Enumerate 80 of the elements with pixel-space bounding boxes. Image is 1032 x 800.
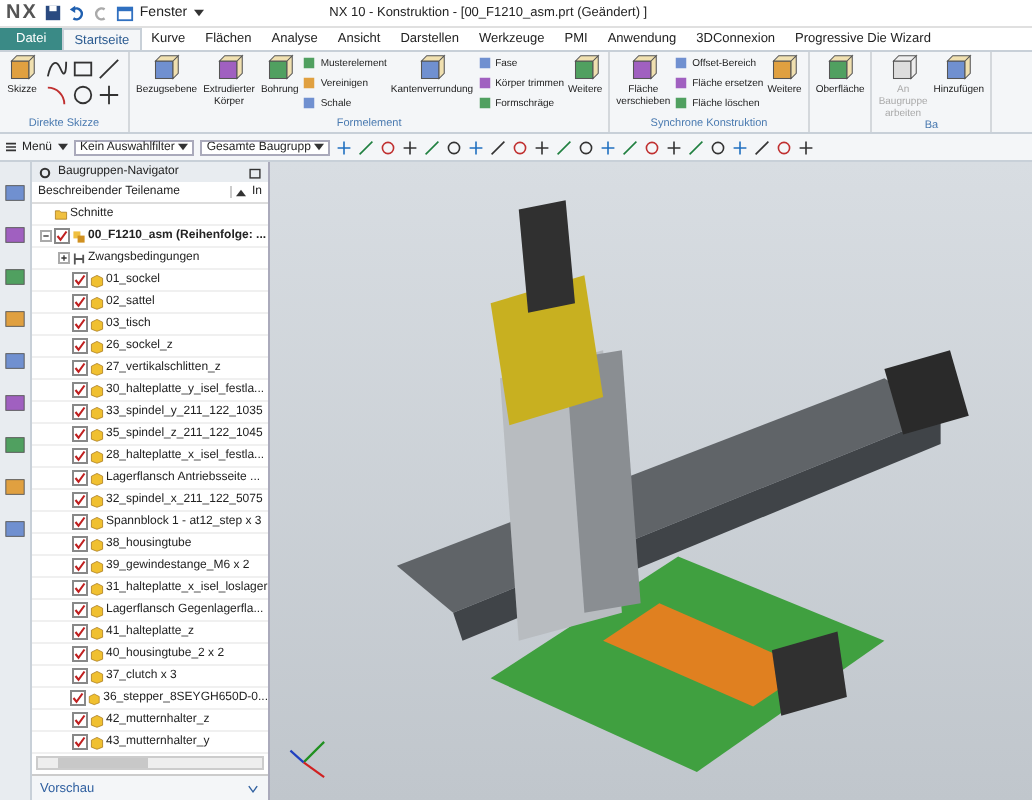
- maximize-icon[interactable]: [248, 165, 262, 179]
- constraints-icon: [72, 251, 86, 265]
- line-icon[interactable]: [98, 58, 120, 80]
- expand-toggle-icon[interactable]: [58, 252, 70, 264]
- navigator-tab-icon[interactable]: [4, 182, 26, 204]
- checkbox[interactable]: [72, 602, 88, 618]
- undo-icon[interactable]: [67, 4, 86, 22]
- navigator-tab-icon[interactable]: [4, 476, 26, 498]
- checkbox[interactable]: [54, 228, 70, 244]
- sort-arrow-icon[interactable]: [236, 187, 246, 197]
- checkbox[interactable]: [72, 338, 88, 354]
- cube-icon: [265, 54, 294, 82]
- square-icon: [302, 96, 317, 110]
- cube-icon: [826, 54, 855, 82]
- checkbox[interactable]: [72, 470, 88, 486]
- checkbox[interactable]: [72, 734, 88, 750]
- cube-icon: [418, 54, 446, 82]
- caret-icon[interactable]: [314, 142, 325, 152]
- toolbar-icon[interactable]: [798, 139, 815, 155]
- checkbox[interactable]: [72, 580, 88, 596]
- cube-icon: [215, 54, 244, 82]
- axis-triad-icon: [286, 736, 330, 780]
- checkbox[interactable]: [72, 360, 88, 376]
- square-icon: [674, 76, 689, 90]
- checkbox[interactable]: [72, 294, 88, 310]
- cube-icon: [770, 54, 799, 82]
- caret-icon[interactable]: [58, 142, 69, 152]
- checkbox[interactable]: [72, 492, 88, 508]
- assembly-icon: [72, 229, 86, 243]
- checkbox[interactable]: [72, 558, 88, 574]
- square-icon: [674, 56, 689, 70]
- toolbar-icon[interactable]: [402, 139, 419, 155]
- navigator-tab-icon[interactable]: [4, 224, 26, 246]
- caret-icon[interactable]: [193, 8, 204, 18]
- spline-icon[interactable]: [46, 58, 68, 80]
- horizontal-scrollbar[interactable]: [36, 756, 264, 770]
- toolbar-icon[interactable]: [534, 139, 551, 155]
- cube-icon: [152, 54, 181, 82]
- checkbox[interactable]: [72, 272, 88, 288]
- chevron-icon[interactable]: [246, 781, 260, 795]
- save-icon[interactable]: [43, 4, 62, 22]
- square-icon: [302, 56, 317, 70]
- folder-icon: [54, 207, 68, 221]
- app-logo: NX: [6, 2, 38, 24]
- toolbar-icon[interactable]: [666, 139, 683, 155]
- checkbox[interactable]: [72, 404, 88, 420]
- square-icon: [477, 56, 492, 70]
- cube-icon: [629, 54, 658, 82]
- cube-icon: [8, 54, 36, 82]
- circle-icon[interactable]: [72, 84, 94, 106]
- checkbox[interactable]: [72, 514, 88, 530]
- cube-icon: [944, 54, 973, 82]
- navigator-tab-icon[interactable]: [4, 266, 26, 288]
- navigator-tab-icon[interactable]: [4, 518, 26, 540]
- navigator-tab-icon[interactable]: [4, 434, 26, 456]
- checkbox[interactable]: [72, 712, 88, 728]
- checkbox[interactable]: [72, 668, 88, 684]
- navigator-tab-icon[interactable]: [4, 350, 26, 372]
- checkbox[interactable]: [72, 316, 88, 332]
- navigator-tab-icon[interactable]: [4, 392, 26, 414]
- caret-icon[interactable]: [178, 142, 189, 152]
- checkbox[interactable]: [72, 646, 88, 662]
- checkbox[interactable]: [70, 690, 87, 706]
- checkbox[interactable]: [72, 426, 88, 442]
- menu-icon[interactable]: [6, 142, 16, 152]
- rectangle-icon[interactable]: [72, 58, 94, 80]
- arc-icon[interactable]: [46, 84, 68, 106]
- checkbox[interactable]: [72, 624, 88, 640]
- square-icon: [477, 76, 492, 90]
- point-icon[interactable]: [98, 84, 120, 106]
- expand-toggle-icon[interactable]: [40, 230, 52, 242]
- square-icon: [302, 76, 317, 90]
- checkbox[interactable]: [72, 448, 88, 464]
- settings-icon[interactable]: [38, 165, 52, 179]
- checkbox[interactable]: [72, 536, 88, 552]
- navigator-tab-icon[interactable]: [4, 308, 26, 330]
- square-icon: [674, 96, 689, 110]
- checkbox[interactable]: [72, 382, 88, 398]
- square-icon: [477, 96, 492, 110]
- cube-icon: [571, 54, 600, 82]
